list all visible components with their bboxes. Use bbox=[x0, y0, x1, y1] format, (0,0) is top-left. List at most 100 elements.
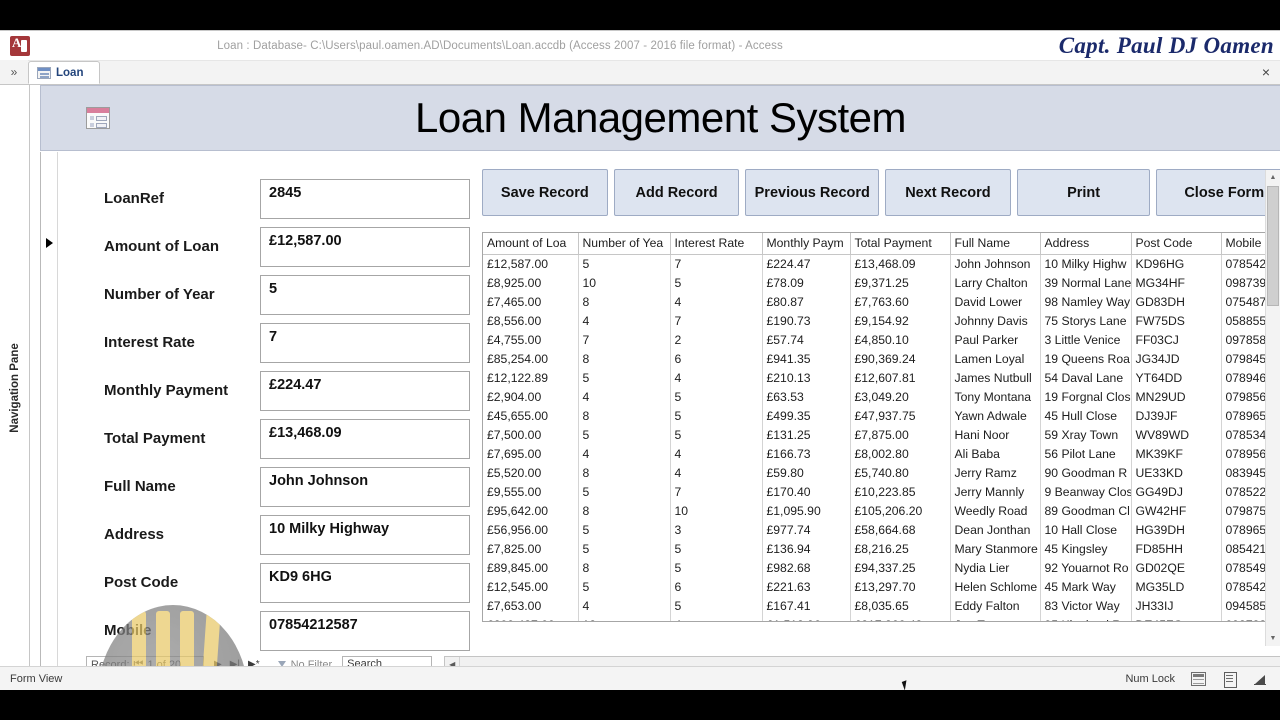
table-cell[interactable]: 5 bbox=[670, 539, 763, 558]
table-cell[interactable]: Mary Stanmore bbox=[950, 539, 1041, 558]
table-cell[interactable]: 95 Kingland Ro bbox=[1040, 615, 1132, 621]
table-cell[interactable]: 19 Forgnal Clos bbox=[1040, 387, 1132, 406]
column-header[interactable]: Amount of Loa bbox=[483, 233, 579, 255]
table-row[interactable]: £12,122.89 5 4 £210.13 £12,607.81 James Nutbu… bbox=[483, 368, 1280, 387]
navigation-pane[interactable]: Navigation Pane bbox=[0, 85, 30, 690]
next-record-button[interactable]: Next Record bbox=[885, 169, 1011, 216]
table-cell[interactable]: UE33KD bbox=[1131, 463, 1222, 482]
table-cell[interactable]: Jerry Mannly bbox=[950, 482, 1041, 501]
table-cell[interactable]: £7,825.00 bbox=[483, 539, 579, 558]
table-cell[interactable]: £105,206.20 bbox=[850, 501, 951, 520]
table-row[interactable]: £7,653.00 4 5 £167.41 £8,035.65 Eddy Falton 83… bbox=[483, 596, 1280, 615]
save-record-button[interactable]: Save Record bbox=[482, 169, 608, 216]
table-cell[interactable]: DJ39JF bbox=[1131, 406, 1222, 425]
design-view-icon[interactable] bbox=[1253, 672, 1268, 686]
table-row[interactable]: £89,845.00 8 5 £982.68 £94,337.25 Nydia Lier 9… bbox=[483, 558, 1280, 577]
table-cell[interactable]: 5 bbox=[578, 520, 671, 539]
table-cell[interactable]: 45 Hull Close bbox=[1040, 406, 1132, 425]
table-cell[interactable]: £221.63 bbox=[762, 577, 851, 596]
table-cell[interactable]: £9,371.25 bbox=[850, 273, 951, 292]
table-cell[interactable]: GD83DH bbox=[1131, 292, 1222, 311]
table-cell[interactable]: £4,755.00 bbox=[483, 330, 579, 349]
nav-pane-expand-button[interactable]: » bbox=[0, 60, 28, 84]
table-row[interactable]: £9,555.00 5 7 £170.40 £10,223.85 Jerry Mannly… bbox=[483, 482, 1280, 501]
table-cell[interactable]: £499.35 bbox=[762, 406, 851, 425]
scroll-up-icon[interactable]: ▲ bbox=[1266, 170, 1280, 185]
table-cell[interactable]: 8 bbox=[578, 349, 671, 368]
table-cell[interactable]: 39 Normal Lane bbox=[1040, 273, 1132, 292]
table-cell[interactable]: £85,254.00 bbox=[483, 349, 579, 368]
table-cell[interactable]: £5,520.00 bbox=[483, 463, 579, 482]
table-cell[interactable]: 45 Kingsley bbox=[1040, 539, 1132, 558]
table-row[interactable]: £209,487.00124£1,512.96£217,866.48Joe Tr… bbox=[483, 615, 1280, 621]
table-cell[interactable]: 5 bbox=[670, 425, 763, 444]
table-cell[interactable]: £166.73 bbox=[762, 444, 851, 463]
table-cell[interactable]: 45 Mark Way bbox=[1040, 577, 1132, 596]
table-cell[interactable]: Hani Noor bbox=[950, 425, 1041, 444]
table-cell[interactable]: 83 Victor Way bbox=[1040, 596, 1132, 615]
table-cell[interactable]: £13,297.70 bbox=[850, 577, 951, 596]
table-cell[interactable]: 90 Goodman R bbox=[1040, 463, 1132, 482]
table-cell[interactable]: £217,866.48 bbox=[850, 615, 951, 621]
table-cell[interactable]: £7,763.60 bbox=[850, 292, 951, 311]
table-cell[interactable]: £2,904.00 bbox=[483, 387, 579, 406]
table-cell[interactable]: 6 bbox=[670, 577, 763, 596]
form-view-icon[interactable] bbox=[1191, 671, 1206, 686]
table-cell[interactable]: FW75DS bbox=[1131, 311, 1222, 330]
table-cell[interactable]: GG49DJ bbox=[1131, 482, 1222, 501]
table-cell[interactable]: £8,035.65 bbox=[850, 596, 951, 615]
table-cell[interactable]: 19 Queens Roa bbox=[1040, 349, 1132, 368]
table-cell[interactable]: Dean Jonthan bbox=[950, 520, 1041, 539]
table-cell[interactable]: £47,937.75 bbox=[850, 406, 951, 425]
table-cell[interactable]: GD02QE bbox=[1131, 558, 1222, 577]
table-cell[interactable]: Tony Montana bbox=[950, 387, 1041, 406]
table-cell[interactable]: 5 bbox=[670, 273, 763, 292]
table-cell[interactable]: Eddy Falton bbox=[950, 596, 1041, 615]
table-cell[interactable]: 2 bbox=[670, 330, 763, 349]
table-cell[interactable]: Helen Schlome bbox=[950, 577, 1041, 596]
table-cell[interactable]: 4 bbox=[670, 463, 763, 482]
table-cell[interactable]: 8 bbox=[578, 292, 671, 311]
table-row[interactable]: £85,254.00 8 6 £941.35 £90,369.24 Lamen Loyal… bbox=[483, 349, 1280, 368]
vertical-scrollbar[interactable]: ▲ ▼ bbox=[1265, 170, 1280, 646]
table-cell[interactable]: MG34HF bbox=[1131, 273, 1222, 292]
table-cell[interactable]: 89 Goodman Cl bbox=[1040, 501, 1132, 520]
table-cell[interactable]: 54 Daval Lane bbox=[1040, 368, 1132, 387]
table-cell[interactable]: MN29UD bbox=[1131, 387, 1222, 406]
table-cell[interactable]: £7,875.00 bbox=[850, 425, 951, 444]
table-cell[interactable]: James Nutbull bbox=[950, 368, 1041, 387]
table-cell[interactable]: Lamen Loyal bbox=[950, 349, 1041, 368]
table-cell[interactable]: £977.74 bbox=[762, 520, 851, 539]
print-button[interactable]: Print bbox=[1016, 169, 1151, 216]
layout-view-icon[interactable] bbox=[1222, 671, 1237, 688]
table-cell[interactable]: £210.13 bbox=[762, 368, 851, 387]
field-input[interactable]: 5 bbox=[260, 275, 470, 315]
table-row[interactable]: £12,545.00 5 6 £221.63 £13,297.70 Helen Schlo… bbox=[483, 577, 1280, 596]
table-cell[interactable]: Jerry Ramz bbox=[950, 463, 1041, 482]
table-row[interactable]: £45,655.00 8 5 £499.35 £47,937.75 Yawn Adwale… bbox=[483, 406, 1280, 425]
table-cell[interactable]: 59 Xray Town bbox=[1040, 425, 1132, 444]
table-row[interactable]: £8,556.00 4 7 £190.73 £9,154.92 Johnny Davis 7… bbox=[483, 311, 1280, 330]
table-cell[interactable]: £7,465.00 bbox=[483, 292, 579, 311]
column-header[interactable]: Interest Rate bbox=[670, 233, 763, 255]
table-cell[interactable]: £12,587.00 bbox=[483, 254, 579, 273]
table-cell[interactable]: £8,216.25 bbox=[850, 539, 951, 558]
table-cell[interactable]: 8 bbox=[578, 558, 671, 577]
table-cell[interactable]: £8,925.00 bbox=[483, 273, 579, 292]
table-cell[interactable]: 8 bbox=[578, 406, 671, 425]
table-cell[interactable]: Joe Truner bbox=[950, 615, 1041, 621]
add-record-button[interactable]: Add Record bbox=[613, 169, 740, 216]
table-cell[interactable]: £1,512.96 bbox=[762, 615, 851, 621]
table-cell[interactable]: FD85HH bbox=[1131, 539, 1222, 558]
table-cell[interactable]: £1,095.90 bbox=[762, 501, 851, 520]
table-cell[interactable]: £3,049.20 bbox=[850, 387, 951, 406]
previous-record-button[interactable]: Previous Record bbox=[745, 169, 880, 216]
table-cell[interactable]: 12 bbox=[578, 615, 671, 621]
table-cell[interactable]: £982.68 bbox=[762, 558, 851, 577]
table-cell[interactable]: David Lower bbox=[950, 292, 1041, 311]
table-cell[interactable]: Ali Baba bbox=[950, 444, 1041, 463]
table-row[interactable]: £95,642.00 8 10 £1,095.90 £105,206.20 Weedly … bbox=[483, 501, 1280, 520]
column-header[interactable]: Address bbox=[1040, 233, 1132, 255]
table-cell[interactable]: 4 bbox=[578, 596, 671, 615]
table-cell[interactable]: 4 bbox=[578, 444, 671, 463]
